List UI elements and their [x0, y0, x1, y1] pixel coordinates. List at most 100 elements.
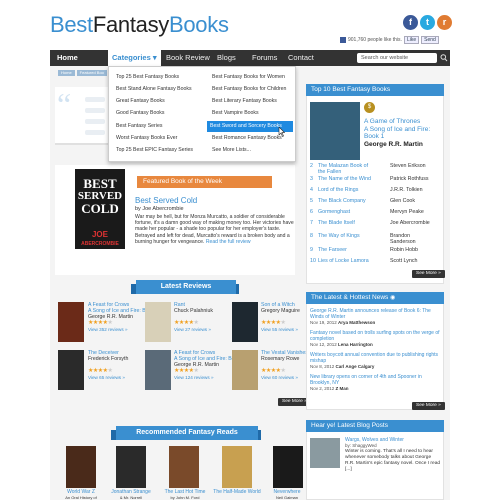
top10-row[interactable]: 7 The Blade Itself Joe Abercrombie: [310, 220, 442, 233]
recommended-item: World War Z An Oral History of: [58, 489, 104, 500]
review-count-link[interactable]: View 55 reviews »: [261, 327, 300, 332]
star-rating: ★★★★★: [261, 368, 286, 374]
book-cover[interactable]: [58, 302, 84, 342]
book-cover[interactable]: [66, 446, 96, 488]
site-logo[interactable]: BestFantasyBooks: [50, 12, 229, 38]
search-icon[interactable]: [440, 53, 448, 63]
page: BestFantasyBooks f t r 901,760 people li…: [0, 0, 500, 500]
twitter-icon[interactable]: t: [420, 15, 435, 30]
top10-row[interactable]: 9 The Farseer Robin Hobb: [310, 247, 442, 258]
blog-post: Wargs, Wolves and Winter by: ShaggyWed W…: [345, 437, 441, 473]
featured-tag: Featured Book of the Week: [137, 176, 272, 188]
breadcrumb-home[interactable]: Home: [58, 70, 75, 76]
rank-number: 7: [310, 220, 313, 226]
rank-number: 8: [310, 233, 313, 239]
dropdown-item[interactable]: Best Fantasy Books for Children: [209, 85, 286, 94]
dropdown-item[interactable]: Top 25 Best EPIC Fantasy Series: [113, 146, 193, 155]
news-link[interactable]: New library opens on corner of 4th and S…: [310, 374, 442, 386]
dropdown-item[interactable]: Best Vampire Books: [209, 109, 259, 118]
recommended-title[interactable]: The Half-Made World: [212, 489, 262, 495]
review-item: The Deceiver Frederick Forsyth ★★★★★ Vie…: [88, 350, 128, 380]
dropdown-item[interactable]: Worst Fantasy Books Ever: [113, 134, 177, 143]
logo-part-fantasy: Fantasy: [92, 12, 169, 37]
book-cover[interactable]: [169, 446, 199, 488]
featured-title[interactable]: Best Served Cold: [135, 196, 197, 205]
top10-row[interactable]: 3 The Name of the Wind Patrick Rothfuss: [310, 176, 442, 187]
star-rating: ★★★★★: [174, 320, 199, 326]
news-link[interactable]: Fantasy novel based on trolls surfing sp…: [310, 330, 442, 342]
book-cover[interactable]: [58, 350, 84, 390]
top-book-title-text: A Game of Thrones: [364, 118, 421, 125]
top10-row[interactable]: 8 The Way of Kings Brandon Sanderson: [310, 233, 442, 247]
blog-thumbnail[interactable]: [310, 438, 340, 468]
nav-home[interactable]: Home: [53, 50, 82, 66]
rank-author: Steven Erikson: [390, 163, 426, 169]
book-cover[interactable]: [222, 446, 252, 488]
read-more-link[interactable]: Read the full review: [206, 239, 251, 245]
recommended-heading: Recommended Fantasy Reads: [116, 426, 258, 440]
dropdown-item[interactable]: Best Stand Alone Fantasy Books: [113, 85, 192, 94]
quote-placeholder-line: [85, 108, 105, 113]
top-book-author: George R.R. Martin: [364, 141, 423, 148]
rank-number: 5: [310, 198, 313, 204]
top10-row[interactable]: 4 Lord of the Rings J.R.R. Tolkien: [310, 187, 442, 198]
star-rating: ★★★★★: [88, 368, 113, 374]
dropdown-item[interactable]: Top 25 Best Fantasy Books: [113, 73, 179, 82]
book-cover[interactable]: [232, 350, 258, 390]
top-book-cover[interactable]: [310, 102, 360, 160]
review-count-link[interactable]: View 65 reviews »: [88, 375, 128, 380]
featured-book-cover[interactable]: BEST SERVED COLD JOE ABERCROMBIE: [75, 169, 125, 249]
top-book-title[interactable]: A Game of Thrones A Song of Ice and Fire…: [364, 118, 442, 141]
nav-categories[interactable]: Categories ▾: [108, 50, 161, 66]
news-link[interactable]: George R.R. Martin announces release of …: [310, 308, 442, 320]
search-input[interactable]: Search our website: [357, 53, 437, 63]
facebook-icon[interactable]: f: [403, 15, 418, 30]
book-cover[interactable]: [145, 302, 171, 342]
cover-text-line: ABERCROMBIE: [81, 241, 119, 247]
news-item: George R.R. Martin announces release of …: [310, 308, 442, 330]
nav-blogs[interactable]: Blogs: [213, 50, 240, 66]
dropdown-item[interactable]: Great Fantasy Books: [113, 97, 165, 106]
book-cover[interactable]: [232, 302, 258, 342]
top10-row[interactable]: 5 The Black Company Glen Cook: [310, 198, 442, 209]
quote-placeholder-line: [85, 130, 105, 135]
rank-number: 9: [310, 247, 313, 253]
top10-list: 2 The Malazan Book of the Fallen Steven Er…: [310, 163, 442, 269]
quote-placeholder-line: [85, 97, 105, 102]
top10-row[interactable]: 6 Gormenghast Mervyn Peake: [310, 209, 442, 220]
news-meta: Nov 8, 2012 Carl Ange Calgary: [310, 364, 442, 370]
send-button[interactable]: Send: [421, 36, 439, 44]
book-cover[interactable]: [273, 446, 303, 488]
news-see-more-button[interactable]: See More »: [412, 402, 445, 410]
star-rating: ★★★★★: [261, 320, 286, 326]
top10-row[interactable]: 10 Lies of Locke Lamora Scott Lynch: [310, 258, 442, 269]
rank-number: 3: [310, 176, 313, 182]
nav-contact[interactable]: Contact: [284, 50, 318, 66]
dropdown-item[interactable]: See More Lists...: [209, 146, 251, 155]
dropdown-item[interactable]: Good Fantasy Books: [113, 109, 164, 118]
review-count-link[interactable]: View 27 reviews »: [174, 327, 213, 332]
rank-title: The Blade Itself: [318, 220, 355, 226]
like-button[interactable]: Like: [403, 36, 420, 44]
review-count-link[interactable]: View 60 reviews »: [261, 375, 308, 380]
book-cover[interactable]: [116, 446, 146, 488]
chevron-down-icon: ▾: [152, 53, 157, 62]
rss-icon-small: ◉: [390, 295, 396, 301]
nav-book-review[interactable]: Book Review: [162, 50, 214, 66]
rss-icon[interactable]: r: [437, 15, 452, 30]
book-cover[interactable]: [145, 350, 171, 390]
cover-text-line: JOE: [91, 230, 108, 239]
news-heading: The Latest & Hottest News ◉: [306, 292, 444, 304]
news-meta: Nov 12, 2012 Lena Harrington: [310, 342, 442, 348]
news-link[interactable]: Writers boycott annual convention due to…: [310, 352, 442, 364]
quote-icon: “: [57, 86, 72, 122]
top10-see-more-button[interactable]: See More »: [412, 270, 445, 278]
dropdown-item[interactable]: Best Romance Fantasy Books: [209, 134, 282, 143]
rank-author: Patrick Rothfuss: [390, 176, 429, 182]
dropdown-item[interactable]: Best Fantasy Series: [113, 122, 162, 131]
nav-forums[interactable]: Forums: [248, 50, 281, 66]
top10-row[interactable]: 2 The Malazan Book of the Fallen Steven Er…: [310, 163, 442, 176]
dropdown-item[interactable]: Best Literary Fantasy Books: [209, 97, 277, 106]
review-item: Rant Chuck Palahniuk ★★★★★ View 27 revie…: [174, 302, 213, 332]
dropdown-item[interactable]: Best Fantasy Books for Women: [209, 73, 285, 82]
